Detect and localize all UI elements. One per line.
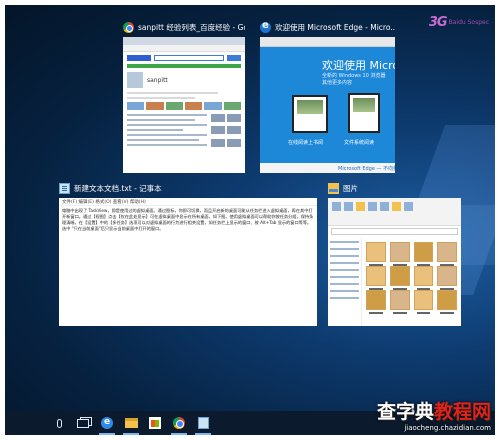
edge-footer: Microsoft Edge — 不向我展示 [260,163,395,173]
explorer-file-grid [362,238,461,326]
edge-welcome-heading: 欢迎使用 Microsoft I [322,59,395,72]
window-title-bar: 欢迎使用 Microsoft Edge - Micro... [260,19,395,35]
window-title-bar: 图片 [328,180,461,196]
device-reader-image [348,93,380,133]
store-icon [149,417,161,429]
explorer-preview [328,198,461,326]
cortana-mic-icon [56,418,62,428]
baidu-search-box [154,55,224,61]
edge-taskbar-icon: e [101,417,113,429]
desktop: sanpitt 经验列表_百度经验 - Goo... sanpitt [5,5,495,435]
chrome-icon [123,21,134,33]
window-title-bar: sanpitt 经验列表_百度经验 - Goo... [123,19,245,35]
profile-info [127,92,241,99]
window-title: 欢迎使用 Microsoft Edge - Micro... [275,22,395,32]
watermark-title-right: 教程网 [433,401,491,423]
edge-sub-line: 其他更多内容 [322,80,353,86]
cortana-mic-button[interactable] [47,411,71,435]
window-thumb-pictures[interactable]: 图片 [328,180,461,326]
watermark-title-left: 查字典 [376,401,434,423]
window-thumb-edge[interactable]: 欢迎使用 Microsoft Edge - Micro... 欢迎使用 Micr… [260,19,395,173]
file-thumbnail [366,242,386,266]
file-thumbnail [413,266,434,290]
watermark-sub: Baidu Sospec [448,19,489,26]
notepad-text: 电脑中出现了 TaskView，即是使用过的虚拟桌面。通过图标，你即可切换，而且… [62,208,314,231]
baidu-search-button [227,55,241,61]
window-title: sanpitt 经验列表_百度经验 - Goo... [138,22,245,32]
window-title: 新建文本文档.txt - 记事本 [74,183,162,193]
file-explorer-icon [124,418,138,428]
task-view-button[interactable] [71,411,95,435]
window-title-bar: 新建文本文档.txt - 记事本 [59,180,317,196]
task-view-icon [77,418,89,428]
avatar [127,72,143,88]
taskbar-chrome-button[interactable] [167,411,191,435]
notepad-menu-bar: 文件(F) 编辑(E) 格式(O) 查看(V) 帮助(H) [59,198,317,206]
edge-page-preview: 欢迎使用 Microsoft I 全新的 Windows 10 浏览器 其他更多… [260,37,395,173]
edge-welcome-panel: 欢迎使用 Microsoft I 全新的 Windows 10 浏览器 其他更多… [260,47,395,163]
stats-grid [127,102,241,110]
explorer-content [328,238,461,326]
watermark-logo: 3G [428,15,448,30]
photos-folder-icon [328,182,339,194]
watermark-bottom: 查字典教程网 jiaocheng.chazidian.com [377,397,491,432]
file-thumbnail [366,290,386,314]
edge-welcome-subtitle: 全新的 Windows 10 浏览器 其他更多内容 [322,73,385,87]
explorer-nav-pane [328,238,362,326]
file-thumbnail [389,242,410,266]
device-tablet-image [292,95,328,133]
watermark-title: 查字典教程网 [377,397,491,424]
taskbar-edge-button[interactable]: e [95,411,119,435]
tab-strip [123,37,245,45]
explorer-ribbon [328,198,461,226]
edge-sub-line: 全新的 Windows 10 浏览器 [322,73,386,79]
notepad-icon [59,182,70,194]
taskbar-explorer-button[interactable] [119,411,143,435]
watermark-url: jiaocheng.chazidian.com [404,424,491,432]
article-list [127,114,241,149]
explorer-address-bar [331,228,458,235]
notepad-preview: 文件(F) 编辑(E) 格式(O) 查看(V) 帮助(H) 电脑中出现了 Tas… [59,198,317,326]
baidu-logo [127,55,151,61]
profile-header: sanpitt [127,72,241,88]
nav-strip [127,64,241,68]
file-thumbnail [437,266,457,290]
window-title: 图片 [343,183,358,193]
window-thumb-chrome[interactable]: sanpitt 经验列表_百度经验 - Goo... sanpitt [123,19,245,173]
window-thumb-notepad[interactable]: 新建文本文档.txt - 记事本 文件(F) 编辑(E) 格式(O) 查看(V)… [59,180,317,326]
file-thumbnail [413,290,434,314]
file-thumbnail [437,290,457,314]
file-thumbnail [366,266,386,290]
taskbar-notepad-button[interactable] [191,411,215,435]
taskbar-store-button[interactable] [143,411,167,435]
edge-caption: 在线阅读上书阅 [288,140,324,146]
profile-name: sanpitt [147,76,168,84]
chrome-taskbar-icon [173,417,185,429]
file-thumbnail [389,290,410,314]
edge-caption: 文件系统阅读 [344,140,375,146]
baidu-header [127,54,241,62]
notepad-taskbar-icon [197,417,209,429]
file-thumbnail [413,242,434,266]
edge-icon [260,20,271,33]
watermark-top: 3G Baidu Sospec [429,15,489,30]
edge-toolbar [260,37,395,47]
file-thumbnail [437,242,457,266]
address-bar [123,45,245,52]
file-thumbnail [389,266,410,290]
chrome-page-preview: sanpitt [123,37,245,173]
